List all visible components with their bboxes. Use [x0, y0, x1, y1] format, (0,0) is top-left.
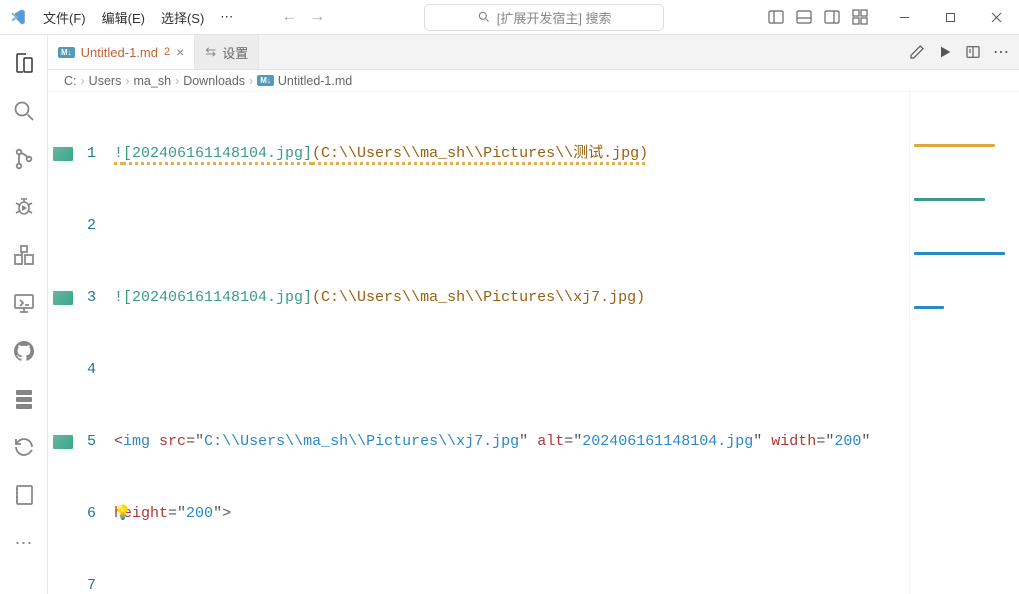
tab-close-icon[interactable]: ×	[176, 44, 184, 60]
menu-select[interactable]: 选择(S)	[153, 0, 212, 35]
tab-label: Untitled-1.md	[81, 45, 158, 60]
nav-back-icon[interactable]: ←	[281, 8, 297, 26]
layout-customize-icon[interactable]	[847, 4, 873, 30]
vscode-logo	[0, 0, 35, 35]
tab-dirty-indicator: 2	[164, 46, 170, 58]
lightbulb-icon[interactable]: 💡	[114, 502, 131, 526]
menu-edit[interactable]: 编辑(E)	[94, 0, 153, 35]
tab-settings[interactable]: ⇆ 设置	[195, 35, 259, 69]
window-maximize-button[interactable]	[927, 0, 973, 35]
minimap[interactable]	[909, 92, 1019, 594]
gutter-decorations	[48, 92, 78, 594]
search-placeholder: [扩展开发宿主] 搜索	[497, 8, 612, 27]
command-center-search[interactable]: [扩展开发宿主] 搜索	[424, 4, 664, 31]
image-thumb-icon	[53, 291, 73, 305]
image-thumb-icon	[53, 435, 73, 449]
activity-github[interactable]	[0, 331, 48, 371]
menu-file[interactable]: 文件(F)	[35, 0, 94, 35]
breadcrumb-segment[interactable]: Untitled-1.md	[278, 74, 352, 88]
window-minimize-button[interactable]	[881, 0, 927, 35]
activity-server[interactable]	[0, 379, 48, 419]
image-thumb-icon	[53, 147, 73, 161]
editor-more-icon[interactable]: ⋯	[993, 42, 1009, 62]
activity-scm[interactable]	[0, 139, 48, 179]
code-area[interactable]: ![202406161148104.jpg](C:\\Users\\ma_sh\…	[114, 92, 909, 594]
activity-debug[interactable]	[0, 187, 48, 227]
activity-bar: ⋯	[0, 35, 48, 594]
pencil-icon[interactable]	[909, 44, 925, 60]
activity-remote[interactable]	[0, 283, 48, 323]
menu-more[interactable]: ⋯	[212, 9, 241, 25]
search-icon	[477, 10, 491, 24]
breadcrumb-segment[interactable]: Downloads	[183, 74, 245, 88]
activity-extensions[interactable]	[0, 235, 48, 275]
markdown-badge-icon: M↓	[257, 75, 274, 86]
editor-content[interactable]: 1 2 3 4 5 6 7 ![202406161148104.jpg](C:\…	[48, 92, 1019, 594]
window-close-button[interactable]	[973, 0, 1019, 35]
activity-search[interactable]	[0, 91, 48, 131]
breadcrumb-segment[interactable]: Users	[89, 74, 122, 88]
run-icon[interactable]	[937, 44, 953, 60]
activity-more[interactable]: ⋯	[0, 523, 48, 563]
line-numbers: 1 2 3 4 5 6 7	[78, 92, 114, 594]
tab-bar: M↓ Untitled-1.md 2 × ⇆ 设置 ⋯	[48, 35, 1019, 70]
layout-right-icon[interactable]	[819, 4, 845, 30]
tab-file-md[interactable]: M↓ Untitled-1.md 2 ×	[48, 35, 195, 69]
breadcrumb: C:› Users› ma_sh› Downloads› M↓ Untitled…	[48, 70, 1019, 92]
menubar: 文件(F) 编辑(E) 选择(S) ⋯ ← → [扩展开发宿主] 搜索	[0, 0, 1019, 35]
markdown-badge-icon: M↓	[58, 47, 75, 58]
activity-sync[interactable]	[0, 427, 48, 467]
breadcrumb-segment[interactable]: C:	[64, 74, 77, 88]
layout-bottom-icon[interactable]	[791, 4, 817, 30]
split-icon[interactable]	[965, 44, 981, 60]
layout-left-icon[interactable]	[763, 4, 789, 30]
activity-explorer[interactable]	[0, 43, 48, 83]
activity-notebook[interactable]	[0, 475, 48, 515]
gear-icon: ⇆	[205, 44, 216, 60]
tab-label: 设置	[222, 43, 248, 62]
breadcrumb-segment[interactable]: ma_sh	[134, 74, 172, 88]
nav-forward-icon[interactable]: →	[309, 8, 325, 26]
